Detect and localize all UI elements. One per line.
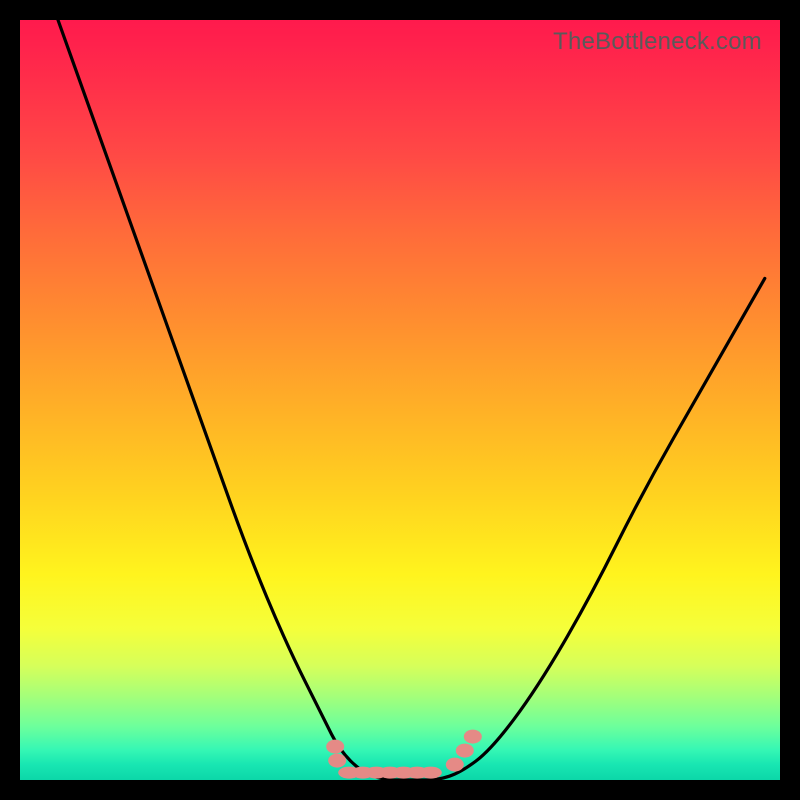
chart-frame: TheBottleneck.com [20,20,780,780]
chart-svg [20,20,780,780]
bottleneck-curve [58,20,765,780]
